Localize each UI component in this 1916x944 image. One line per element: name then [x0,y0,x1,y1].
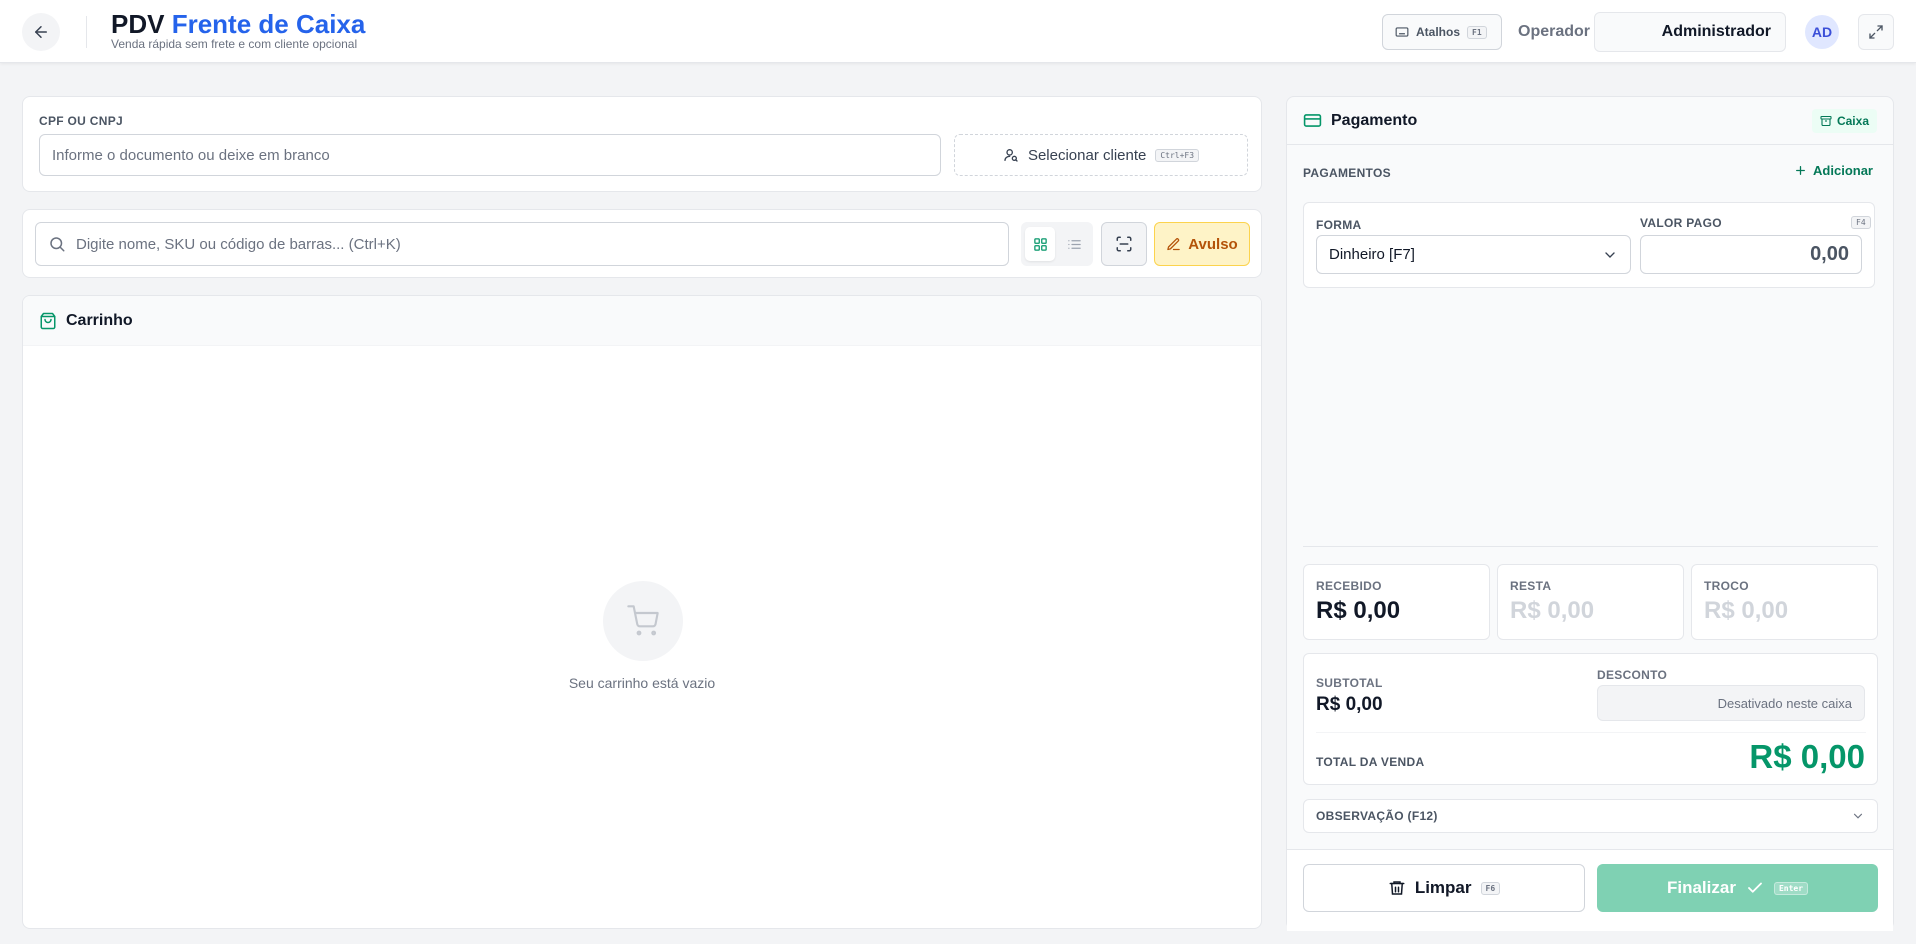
cart-header: Carrinho [23,296,1261,346]
payment-panel: Pagamento Caixa PAGAMENTOS Adicionar FOR… [1286,96,1894,931]
credit-card-icon [1303,114,1322,127]
chevron-down-icon [1605,251,1615,258]
clear-button[interactable]: Limpar F6 [1303,864,1585,912]
check-icon [1748,882,1762,893]
plus-icon [1796,166,1805,175]
page-title: PDV Frente de Caixa [111,9,365,40]
select-client-key: Ctrl+F3 [1155,148,1200,162]
product-search-box[interactable] [35,222,1009,266]
change-box: TROCO R$ 0,00 [1691,564,1878,640]
shortcuts-label: Atalhos [1416,25,1461,39]
loose-item-button[interactable]: Avulso [1154,222,1250,266]
received-box: RECEBIDO R$ 0,00 [1303,564,1490,640]
user-search-icon [1004,149,1018,162]
total-label: TOTAL DA VENDA [1316,755,1425,769]
clear-label: Limpar [1414,878,1472,897]
archive-icon [1820,115,1832,127]
document-input[interactable] [39,134,941,176]
cash-register-badge: Caixa [1811,109,1877,133]
payment-divider [1303,546,1878,547]
payment-method-value: Dinheiro [F7] [1329,246,1415,263]
loose-item-label: Avulso [1188,235,1238,253]
keyboard-icon [1395,27,1409,37]
fullscreen-button[interactable] [1858,14,1894,50]
avatar[interactable]: AD [1805,15,1839,49]
discount-field: Desativado neste caixa [1597,685,1865,721]
arrow-left-icon [35,26,47,38]
subtotal-value: R$ 0,00 [1316,694,1383,715]
payment-method-select[interactable]: Dinheiro [F7] [1316,235,1631,274]
amount-paid-key: F4 [1851,216,1871,229]
remaining-label: RESTA [1510,579,1552,593]
top-bar: PDV Frente de Caixa Venda rápida sem fre… [0,0,1916,63]
finish-button[interactable]: Finalizar Enter [1597,864,1878,912]
payment-row: FORMA VALOR PAGO F4 Dinheiro [F7] 0,00 [1303,202,1875,288]
clear-key: F6 [1480,881,1501,895]
amount-paid-input[interactable]: 0,00 [1640,235,1862,274]
total-value: R$ 0,00 [1749,738,1865,775]
product-search-card: Avulso [22,209,1262,278]
page-subtitle: Venda rápida sem frete e com cliente opc… [111,37,358,51]
discount-label: DESCONTO [1597,668,1668,682]
document-label: CPF OU CNPJ [39,114,123,128]
grid-view-button[interactable] [1025,227,1055,261]
title-prefix: PDV [111,9,165,39]
list-icon [1067,239,1081,249]
header-divider [86,16,87,48]
finish-label: Finalizar [1666,878,1736,897]
barcode-scan-button[interactable] [1101,222,1147,266]
amount-paid-label: VALOR PAGO [1640,216,1722,230]
chevron-down-icon [1853,813,1863,819]
totals-divider [1316,732,1866,733]
shopping-bag-icon [40,312,56,329]
add-payment-button[interactable]: Adicionar [1794,163,1873,178]
payment-header: Pagamento Caixa [1287,97,1893,145]
view-toggle [1021,222,1093,266]
change-value: R$ 0,00 [1704,597,1789,624]
received-value: R$ 0,00 [1316,597,1401,624]
received-label: RECEBIDO [1316,579,1382,593]
title-accent: Frente de Caixa [171,9,366,39]
pencil-icon [1167,237,1181,250]
select-client-button[interactable]: Selecionar cliente Ctrl+F3 [954,134,1248,176]
client-card: CPF OU CNPJ Selecionar cliente Ctrl+F3 [22,96,1262,192]
payments-section-label: PAGAMENTOS [1303,166,1391,180]
observation-toggle[interactable]: OBSERVAÇÃO (F12) [1303,799,1878,833]
remaining-box: RESTA R$ 0,00 [1497,564,1684,640]
cart-title: Carrinho [66,311,133,329]
shortcuts-key: F1 [1467,25,1487,39]
shopping-cart-icon [627,605,659,636]
grid-icon [1033,237,1047,251]
subtotal-label: SUBTOTAL [1316,676,1383,690]
add-payment-label: Adicionar [1813,163,1873,178]
empty-cart-text: Seu carrinho está vazio [568,675,716,691]
payment-title: Pagamento [1331,111,1418,129]
finish-key: Enter [1773,881,1809,895]
select-client-label: Selecionar cliente [1027,146,1147,164]
remaining-value: R$ 0,00 [1510,597,1595,624]
operator-label: Operador [1518,23,1591,40]
payment-footer: Limpar F6 Finalizar Enter [1287,849,1893,931]
back-button[interactable] [22,13,60,51]
operator-field[interactable]: Administrador [1594,12,1786,52]
empty-cart-illustration [603,581,683,661]
cart-card: Carrinho Seu carrinho está vazio [22,295,1262,929]
scan-icon [1116,236,1132,252]
trash-icon [1389,881,1405,895]
search-icon [50,237,65,252]
payment-method-label: FORMA [1316,218,1362,232]
expand-icon [1869,25,1883,39]
change-label: TROCO [1704,579,1749,593]
cash-register-badge-label: Caixa [1836,114,1869,128]
product-search-input[interactable] [76,235,976,253]
observation-label: OBSERVAÇÃO (F12) [1316,809,1438,823]
totals-box: SUBTOTAL R$ 0,00 DESCONTO Desativado nes… [1303,653,1878,785]
list-view-button[interactable] [1059,227,1089,261]
shortcuts-button[interactable]: Atalhos F1 [1382,14,1502,50]
